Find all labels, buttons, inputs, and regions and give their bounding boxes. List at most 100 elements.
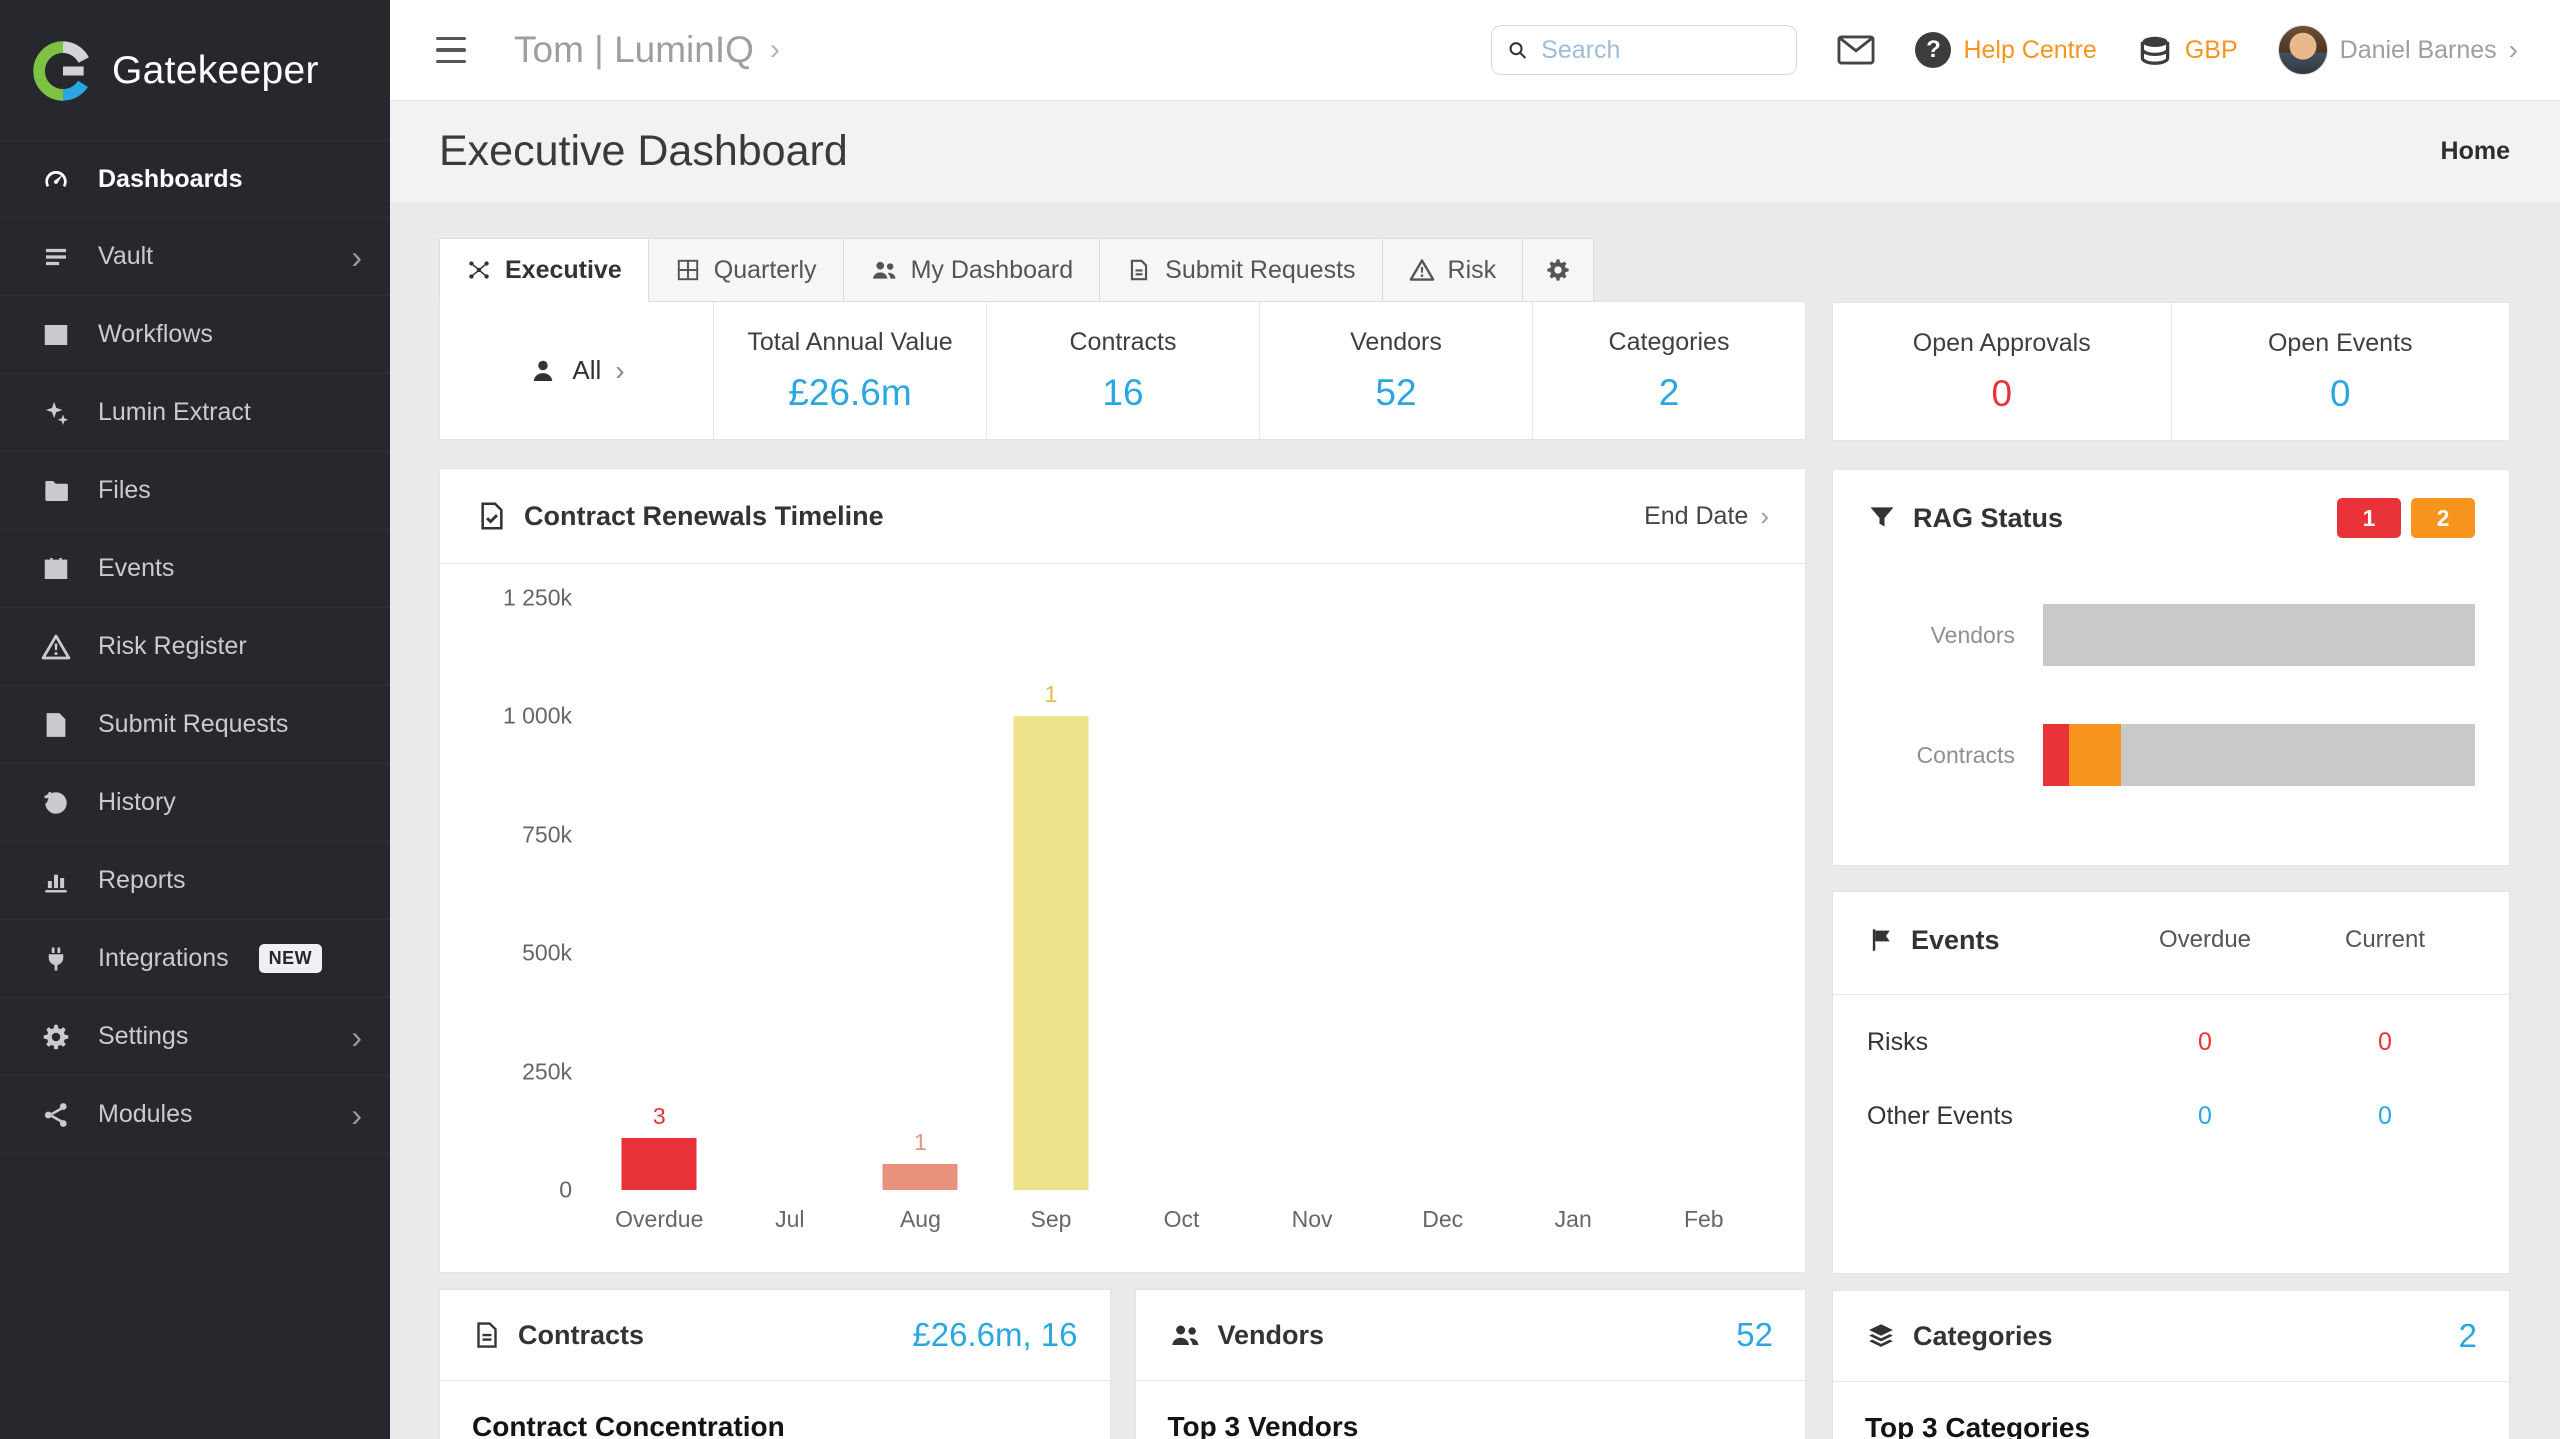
user-menu[interactable]: Daniel Barnes › [2278,25,2518,75]
risks-current-count[interactable]: 0 [2295,1028,2475,1057]
other-events-overdue-count[interactable]: 0 [2115,1102,2295,1131]
rag-bar[interactable] [2043,724,2475,786]
rag-bar[interactable] [2043,604,2475,666]
rag-red-badge[interactable]: 1 [2337,498,2401,538]
x-axis-label: Overdue [594,1206,725,1233]
bottom-row: Contracts £26.6m, 16 Contract Concentrat… [439,1289,1806,1439]
sidebar-item-history[interactable]: History [0,764,390,842]
sidebar-item-vault[interactable]: Vault › [0,218,390,296]
sidebar-item-reports[interactable]: Reports [0,842,390,920]
sidebar-item-files[interactable]: Files [0,452,390,530]
sidebar-item-submit-requests[interactable]: Submit Requests [0,686,390,764]
chart-bar-overdue[interactable] [622,1138,697,1190]
history-clock-icon [40,787,72,819]
kpi-value: 0 [1991,373,2012,415]
new-badge: NEW [259,944,323,973]
app-root: Gatekeeper Dashboards Vault › Workflows … [0,0,2560,1439]
chart-bar-count: 1 [1045,681,1058,708]
divider [1136,1380,1806,1381]
sidebar-item-dashboards[interactable]: Dashboards [0,140,390,218]
y-axis-tick: 1 250k [503,585,572,612]
sparkles-icon [40,397,72,429]
sidebar-item-workflows[interactable]: Workflows [0,296,390,374]
sidebar-item-settings[interactable]: Settings › [0,998,390,1076]
messages-envelope-icon[interactable] [1837,35,1875,65]
gatekeeper-logo[interactable]: Gatekeeper [0,0,390,140]
sidebar-item-label: Lumin Extract [98,398,251,427]
right-column: Open Approvals 0 Open Events 0 [1832,238,2510,1439]
section-title: Contract Concentration [472,1411,1078,1439]
sidebar-item-events[interactable]: Events [0,530,390,608]
chart-bar-aug[interactable] [883,1164,958,1190]
tab-label: Submit Requests [1165,256,1355,285]
chart-column: Jul [725,598,856,1233]
tab-executive[interactable]: Executive [439,238,649,302]
tab-dashboard-settings[interactable] [1523,238,1594,302]
events-row-risks[interactable]: Risks 0 0 [1867,1005,2475,1079]
card-title: Vendors [1218,1320,1325,1351]
chart-bar-sep[interactable] [1013,716,1088,1190]
document-icon [472,1320,502,1350]
user-name: Daniel Barnes [2340,36,2497,65]
kpi-label: Contracts [1070,328,1177,357]
tab-label: My Dashboard [911,256,1074,285]
events-row-other-events[interactable]: Other Events 0 0 [1867,1079,2475,1153]
open-approvals[interactable]: Open Approvals 0 [1833,303,2171,440]
tab-risk[interactable]: Risk [1383,238,1524,302]
breadcrumb[interactable]: Tom | LuminIQ › [514,29,780,71]
plug-icon [40,943,72,975]
sidebar-item-risk-register[interactable]: Risk Register [0,608,390,686]
rag-row: Contracts [1867,724,2475,786]
search-box[interactable] [1491,25,1797,75]
tab-submit-requests[interactable]: Submit Requests [1100,238,1382,302]
renewals-y-axis: 0250k500k750k1 000k1 250k [476,598,572,1190]
rag-amber-badge[interactable]: 2 [2411,498,2475,538]
divider [440,1380,1110,1381]
sidebar-item-label: Workflows [98,320,213,349]
home-link[interactable]: Home [2441,137,2510,166]
people-icon [1168,1320,1202,1350]
sidebar-item-label: Events [98,554,174,583]
hamburger-menu-icon[interactable] [436,37,466,64]
kpi-vendors[interactable]: Vendors 52 [1259,302,1532,439]
sidebar-item-integrations[interactable]: Integrations NEW [0,920,390,998]
chart-column: Oct [1116,598,1247,1233]
avatar [2278,25,2328,75]
scope-selector[interactable]: All › [440,302,713,439]
y-axis-tick: 750k [522,821,572,848]
person-icon [528,356,558,386]
vendors-summary-value[interactable]: 52 [1736,1316,1773,1354]
help-centre-link[interactable]: ? Help Centre [1915,32,2096,68]
sidebar-item-lumin-extract[interactable]: Lumin Extract [0,374,390,452]
tab-my-dashboard[interactable]: My Dashboard [844,238,1101,302]
grid-icon [675,257,701,283]
dashboard-tabs: Executive Quarterly My Dashboard Su [439,238,1806,302]
document-icon [1126,257,1152,283]
card-title: Categories [1913,1321,2053,1352]
sidebar-item-modules[interactable]: Modules › [0,1076,390,1154]
flag-icon [1867,925,1895,955]
folder-icon [40,475,72,507]
search-input[interactable] [1541,36,1782,65]
chart-bar-count: 3 [653,1103,666,1130]
kpi-categories[interactable]: Categories 2 [1532,302,1805,439]
sort-by-label: End Date [1644,502,1748,531]
kpi-contracts[interactable]: Contracts 16 [986,302,1259,439]
document-check-icon [476,500,508,532]
open-events[interactable]: Open Events 0 [2171,303,2510,440]
x-axis-label: Feb [1639,1206,1770,1233]
warning-triangle-icon [40,631,72,663]
sort-by-selector[interactable]: End Date › [1644,501,1769,532]
currency-selector[interactable]: GBP [2137,32,2238,68]
risks-overdue-count[interactable]: 0 [2115,1028,2295,1057]
chart-column: Jan [1508,598,1639,1233]
y-axis-tick: 500k [522,940,572,967]
other-events-current-count[interactable]: 0 [2295,1102,2475,1131]
tab-quarterly[interactable]: Quarterly [649,238,844,302]
contracts-summary-value[interactable]: £26.6m, 16 [912,1316,1077,1354]
kpi-total-annual-value[interactable]: Total Annual Value £26.6m [713,302,986,439]
card-title: Events [1911,925,2000,956]
events-column-overdue: Overdue [2115,926,2295,954]
contracts-card: Contracts £26.6m, 16 Contract Concentrat… [439,1289,1111,1439]
categories-summary-value[interactable]: 2 [2459,1317,2477,1355]
